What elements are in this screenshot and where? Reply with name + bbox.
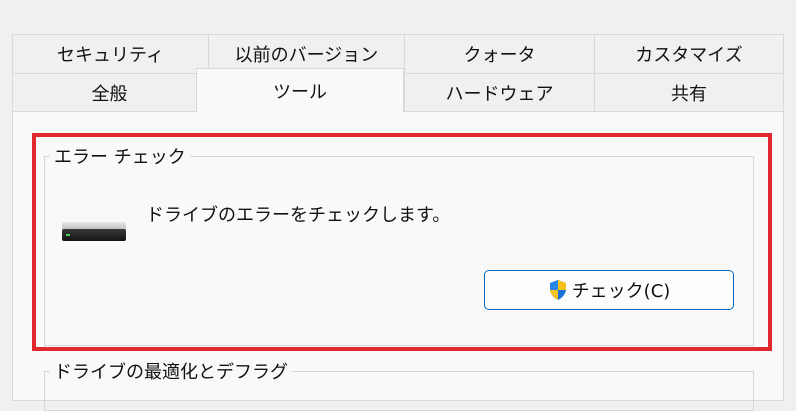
tab-hardware[interactable]: ハードウェア [404,73,594,112]
error-check-description: ドライブのエラーをチェックします。 [146,205,451,226]
check-button[interactable]: チェック(C) [484,270,734,310]
tab-security[interactable]: セキュリティ [12,34,208,73]
error-check-groupbox [44,156,754,346]
tab-customize[interactable]: カスタマイズ [594,34,784,73]
tab-tools[interactable]: ツール [196,68,404,112]
check-button-label: チェック(C) [571,281,671,302]
tab-quota[interactable]: クォータ [404,34,594,73]
tab-sharing[interactable]: 共有 [594,73,784,112]
optimize-group-title: ドライブの最適化とデフラグ [50,358,292,384]
uac-shield-icon [548,279,568,301]
drive-icon [60,220,128,250]
error-check-group-title: エラー チェック [50,143,190,169]
tab-general[interactable]: 全般 [12,73,206,112]
